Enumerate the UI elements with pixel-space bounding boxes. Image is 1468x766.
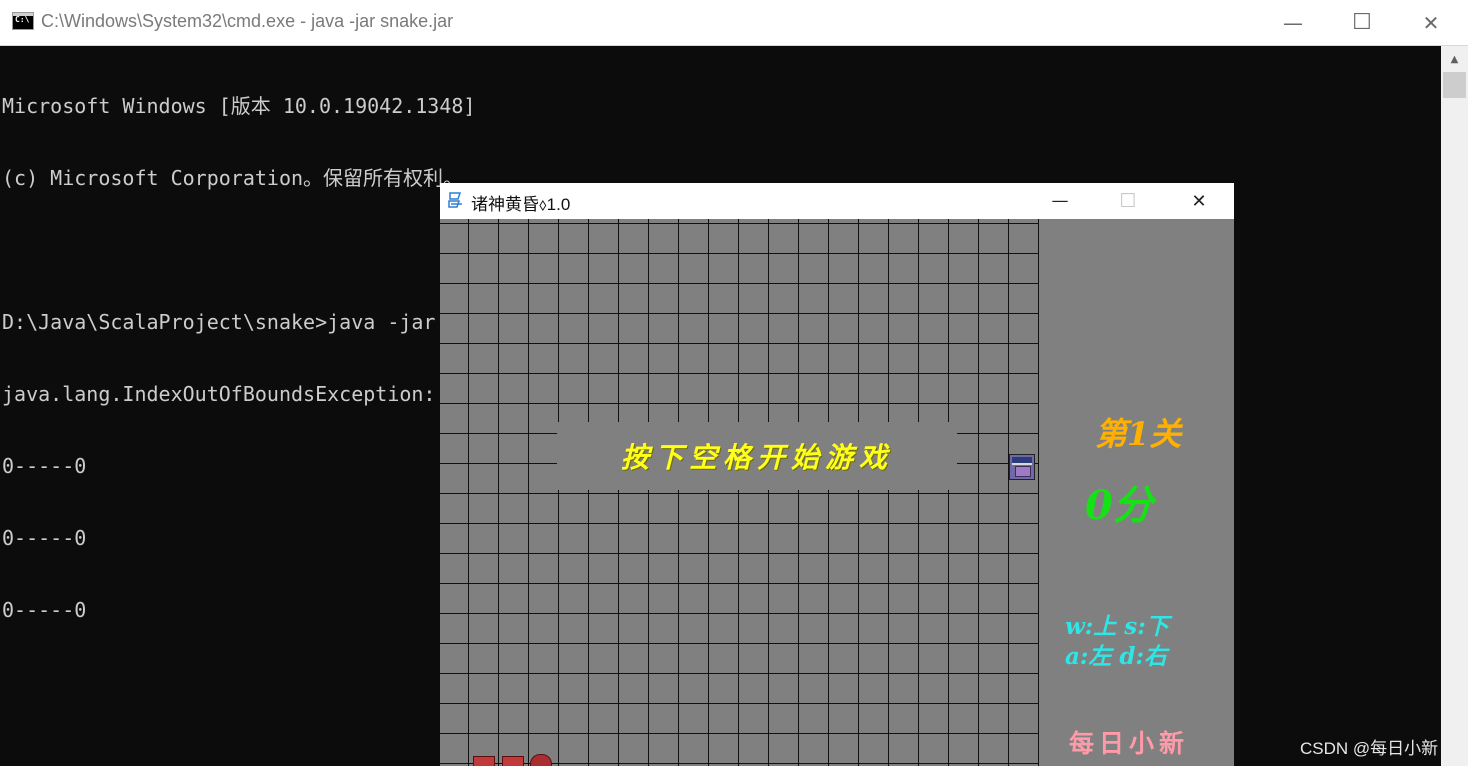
console-title: C:\Windows\System32\cmd.exe - java -jar … — [41, 11, 454, 31]
score-label: 0分 — [1085, 482, 1153, 529]
controls-help-line: a:左 d:右 — [1065, 643, 1167, 670]
snake-head-icon — [530, 754, 552, 766]
controls-help: w:上 s:下 a:左 d:右 — [1065, 612, 1169, 672]
game-board[interactable] — [440, 219, 1039, 766]
start-banner: 按下空格开始游戏 — [557, 422, 957, 490]
side-panel: 第1关 0分 w:上 s:下 a:左 d:右 每日小新 — [1039, 219, 1234, 766]
scroll-thumb[interactable] — [1443, 72, 1466, 98]
author-credit: 每日小新 — [1069, 729, 1190, 758]
maximize-button[interactable]: ☐ — [1327, 0, 1397, 45]
game-minimize-button[interactable]: — — [1030, 183, 1090, 219]
food-item-icon — [1009, 454, 1035, 480]
watermark: CSDN @每日小新 — [1300, 739, 1439, 758]
cmd-icon: C:\ — [12, 12, 34, 30]
level-label: 第1关 — [1095, 415, 1182, 453]
controls-help-line: w:上 s:下 — [1065, 613, 1169, 640]
console-titlebar: C:\ C:\Windows\System32\cmd.exe - java -… — [0, 0, 1468, 46]
minimize-button[interactable]: — — [1258, 0, 1328, 45]
game-window[interactable]: 诸神黄昏⬨1.0 — ☐ ✕ 按下空格开始游戏 第1关 0分 w:上 s:下 a… — [440, 183, 1234, 766]
snake-body-segment — [473, 756, 495, 766]
console-line: Microsoft Windows [版本 10.0.19042.1348] — [2, 94, 476, 118]
game-maximize-button[interactable]: ☐ — [1098, 183, 1158, 219]
console-scrollbar[interactable]: ▲ — [1441, 46, 1468, 766]
scroll-up-arrow-icon[interactable]: ▲ — [1441, 46, 1468, 72]
game-title: 诸神黄昏⬨1.0 — [471, 195, 571, 214]
game-close-button[interactable]: ✕ — [1169, 183, 1229, 219]
snake-body-segment — [502, 756, 524, 766]
java-icon — [448, 192, 462, 208]
close-button[interactable]: ✕ — [1396, 0, 1466, 45]
game-titlebar[interactable]: 诸神黄昏⬨1.0 — ☐ ✕ — [440, 183, 1234, 219]
start-prompt: 按下空格开始游戏 — [620, 441, 893, 474]
